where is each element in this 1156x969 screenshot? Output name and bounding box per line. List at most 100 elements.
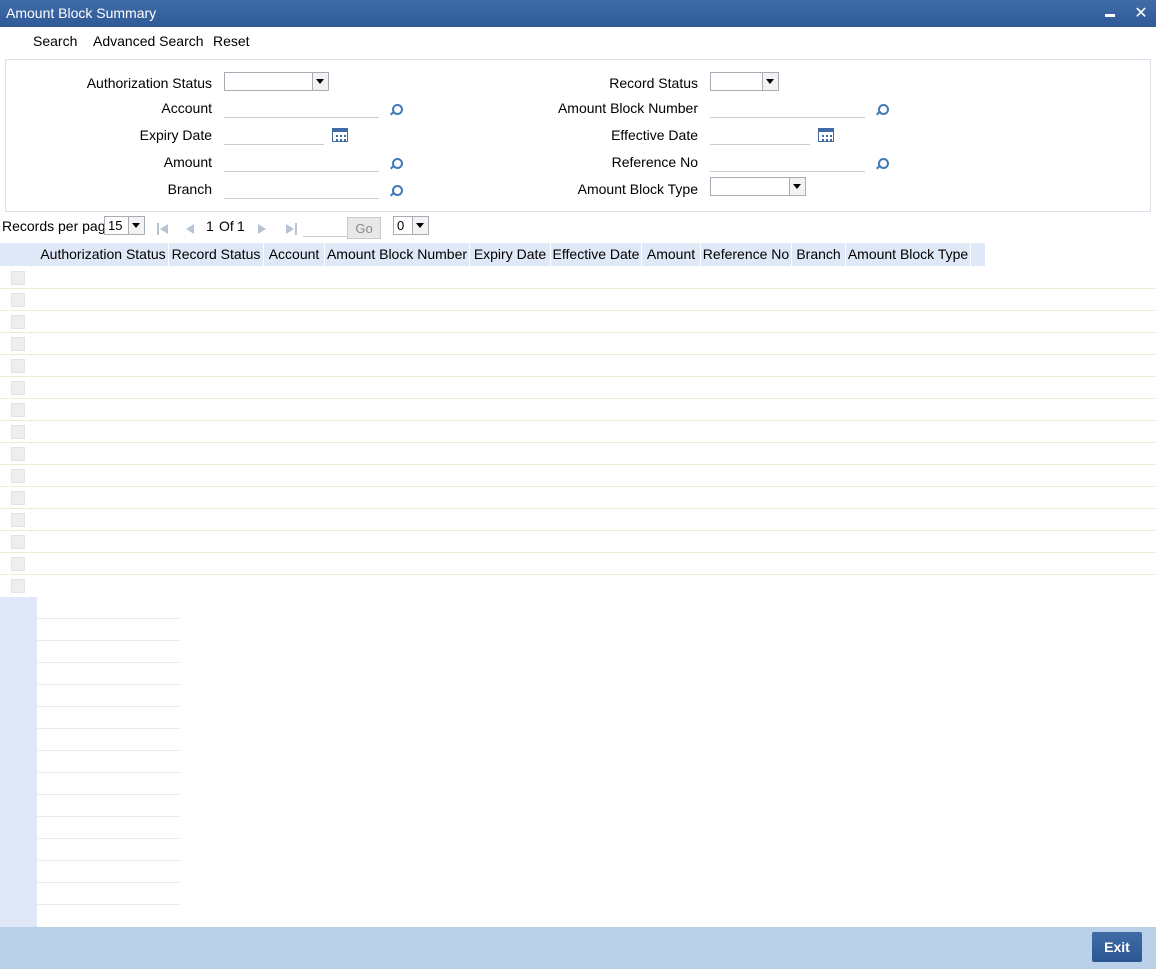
grid-filler-line [37,816,180,817]
table-row[interactable] [0,355,1156,377]
amount-block-type-select[interactable] [710,177,806,196]
reference-no-input[interactable] [710,153,865,172]
account-label: Account [161,100,212,116]
amount-block-number-input[interactable] [710,99,865,118]
reference-no-label: Reference No [611,154,698,170]
row-checkbox[interactable] [11,557,25,571]
table-row[interactable] [0,509,1156,531]
amount-label: Amount [163,154,212,170]
calendar-icon[interactable] [818,128,834,142]
col-branch[interactable]: Branch [792,243,846,266]
grid-filler-line [37,882,180,883]
row-checkbox[interactable] [11,579,25,593]
grid-side-filler [0,597,37,927]
table-row[interactable] [0,267,1156,289]
last-page-icon[interactable] [285,223,297,235]
grid-filler-line [37,772,180,773]
chevron-down-icon [789,178,805,195]
table-row[interactable] [0,465,1156,487]
exit-button[interactable]: Exit [1092,932,1142,962]
grid-header: Authorization Status Record Status Accou… [0,243,985,266]
record-status-label: Record Status [609,75,698,91]
grid-filler-line [37,794,180,795]
grid-filler-line [37,640,180,641]
table-row[interactable] [0,487,1156,509]
table-row[interactable] [0,289,1156,311]
grid-filler-line [37,618,180,619]
row-checkbox[interactable] [11,315,25,329]
row-checkbox[interactable] [11,513,25,527]
col-amount-block-type[interactable]: Amount Block Type [846,243,971,266]
row-checkbox[interactable] [11,359,25,373]
row-checkbox[interactable] [11,271,25,285]
page-current: 1 [206,218,214,234]
table-row[interactable] [0,421,1156,443]
col-effective-date[interactable]: Effective Date [551,243,642,266]
next-page-icon[interactable] [256,223,268,235]
grid-filler-line [37,750,180,751]
table-row[interactable] [0,333,1156,355]
records-per-page-select[interactable]: 15 [104,216,145,235]
table-row[interactable] [0,377,1156,399]
effective-date-label: Effective Date [611,127,698,143]
search-icon[interactable] [876,104,889,115]
table-row[interactable] [0,575,1156,597]
search-icon[interactable] [390,158,403,169]
prev-page-icon[interactable] [184,223,196,235]
effective-date-input[interactable] [710,126,810,145]
table-row[interactable] [0,311,1156,333]
amount-input[interactable] [224,153,379,172]
table-row[interactable] [0,531,1156,553]
grid-filler-line [37,706,180,707]
branch-input[interactable] [224,180,379,199]
search-icon[interactable] [390,185,403,196]
minimize-icon[interactable] [1100,3,1120,23]
authorization-status-select[interactable] [224,72,329,91]
title-bar: Amount Block Summary ✕ [0,0,1156,27]
chevron-down-icon [762,73,778,90]
row-checkbox[interactable] [11,469,25,483]
grid-filler-line [37,904,180,905]
search-icon[interactable] [876,158,889,169]
calendar-icon[interactable] [332,128,348,142]
advanced-search-menu-item[interactable]: Advanced Search [93,33,204,49]
grid-filler-line [37,684,180,685]
col-amount-block-number[interactable]: Amount Block Number [325,243,470,266]
row-checkbox[interactable] [11,403,25,417]
grid-filler-line [37,860,180,861]
col-expiry-date[interactable]: Expiry Date [470,243,551,266]
col-amount[interactable]: Amount [642,243,701,266]
row-checkbox[interactable] [11,293,25,307]
goto-page-input[interactable] [303,216,347,237]
jump-select[interactable]: 0 [393,216,429,235]
row-checkbox[interactable] [11,535,25,549]
col-authorization-status[interactable]: Authorization Status [38,243,169,266]
chevron-down-icon [128,217,144,234]
expiry-date-input[interactable] [224,126,324,145]
col-record-status[interactable]: Record Status [169,243,264,266]
go-button[interactable]: Go [347,217,381,239]
table-row[interactable] [0,443,1156,465]
branch-label: Branch [167,181,212,197]
records-per-page-label: Records per page [2,218,114,234]
chevron-down-icon [412,217,428,234]
table-row[interactable] [0,399,1156,421]
search-icon[interactable] [390,104,403,115]
close-icon[interactable]: ✕ [1131,3,1151,23]
row-checkbox[interactable] [11,447,25,461]
authorization-status-label: Authorization Status [86,75,212,91]
row-checkbox[interactable] [11,381,25,395]
row-checkbox[interactable] [11,337,25,351]
account-input[interactable] [224,99,379,118]
col-reference-no[interactable]: Reference No [701,243,792,266]
first-page-icon[interactable] [157,223,169,235]
table-row[interactable] [0,553,1156,575]
search-menu-item[interactable]: Search [33,33,77,49]
reset-menu-item[interactable]: Reset [213,33,250,49]
col-account[interactable]: Account [264,243,325,266]
window-title: Amount Block Summary [6,5,157,21]
row-checkbox[interactable] [11,491,25,505]
grid-filler-line [37,838,180,839]
record-status-select[interactable] [710,72,779,91]
row-checkbox[interactable] [11,425,25,439]
